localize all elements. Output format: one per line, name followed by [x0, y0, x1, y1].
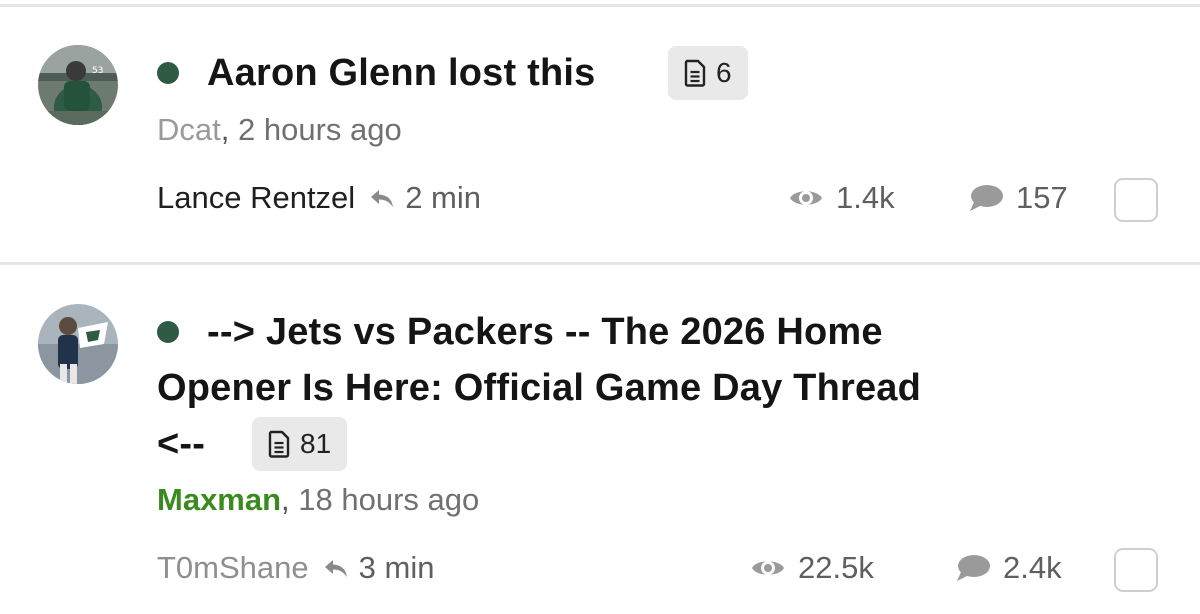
replies-count: 157	[1016, 180, 1068, 215]
replies-count: 2.4k	[1003, 550, 1062, 585]
page-count-badge[interactable]: 81	[252, 417, 348, 471]
topic-title-continued[interactable]: Opener Is Here: Official Game Day Thread	[157, 360, 921, 416]
topic-title-continued[interactable]: <--	[157, 416, 205, 472]
last-reply-time[interactable]: 3 min	[359, 548, 435, 588]
last-poster-name[interactable]: T0mShane	[157, 548, 309, 588]
meta-separator: ,	[220, 112, 230, 147]
topic-title-line: <--	[157, 423, 206, 465]
last-reply-time[interactable]: 2 min	[405, 178, 481, 218]
document-icon	[268, 430, 290, 458]
row-divider	[0, 262, 1200, 265]
meta-separator: ,	[281, 482, 290, 517]
speech-bubble-icon	[957, 555, 990, 581]
player-avatar-icon: 53	[38, 45, 118, 125]
replies-stat: 157	[968, 178, 1068, 218]
page-count: 81	[300, 428, 332, 459]
topic-title-line: Aaron Glenn lost this	[207, 52, 596, 94]
reply-arrow-icon	[324, 560, 347, 577]
last-reply-info: T0mShane 3 min	[157, 548, 434, 588]
topic-title-line: Opener Is Here: Official Game Day Thread	[157, 367, 922, 409]
topic-meta: Maxman, 18 hours ago	[157, 480, 479, 520]
views-stat: 1.4k	[788, 178, 895, 218]
topic-list: 53 Aaron Glenn lost this 6 Dcat, 2 hours…	[0, 0, 1200, 614]
topic-title[interactable]: --> Jets vs Packers -- The 2026 Home	[207, 304, 883, 360]
last-reply-info: Lance Rentzel 2 min	[157, 178, 481, 218]
posted-time: 18 hours ago	[298, 482, 480, 517]
document-icon	[684, 59, 706, 87]
fan-avatar-icon	[38, 304, 118, 384]
svg-text:53: 53	[92, 66, 103, 76]
author-avatar[interactable]	[38, 304, 118, 384]
eye-icon	[752, 561, 784, 575]
select-topic-checkbox[interactable]	[1114, 178, 1158, 222]
unread-indicator	[157, 321, 179, 343]
posted-time: 2 hours ago	[238, 112, 402, 147]
unread-indicator	[157, 62, 179, 84]
last-poster-name[interactable]: Lance Rentzel	[157, 178, 355, 218]
author-name[interactable]: Maxman	[157, 482, 281, 517]
views-stat: 22.5k	[750, 548, 874, 588]
speech-bubble-icon	[970, 185, 1003, 211]
page-count: 6	[716, 57, 732, 88]
eye-icon	[790, 191, 822, 205]
views-count: 22.5k	[798, 550, 874, 585]
views-count: 1.4k	[836, 180, 895, 215]
select-topic-checkbox[interactable]	[1114, 548, 1158, 592]
reply-arrow-icon	[371, 190, 394, 207]
author-name[interactable]: Dcat	[157, 112, 221, 147]
topic-title-line: --> Jets vs Packers -- The 2026 Home	[207, 311, 883, 353]
page-count-badge[interactable]: 6	[668, 46, 748, 100]
top-divider	[0, 4, 1200, 7]
topic-title[interactable]: Aaron Glenn lost this	[207, 45, 595, 101]
replies-stat: 2.4k	[955, 548, 1062, 588]
topic-meta: Dcat, 2 hours ago	[157, 110, 402, 150]
author-avatar[interactable]: 53	[38, 45, 118, 125]
